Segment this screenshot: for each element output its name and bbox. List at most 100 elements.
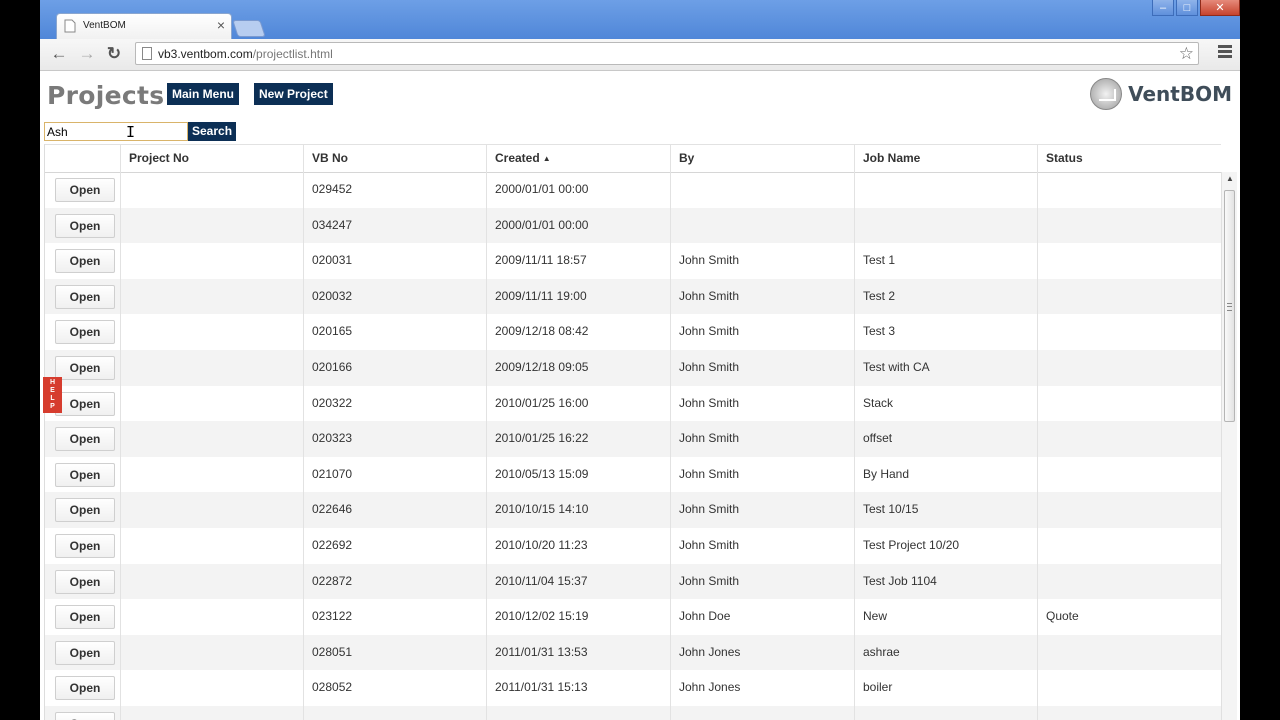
project-no-cell: [121, 634, 304, 671]
open-button[interactable]: Open: [55, 605, 115, 630]
open-button[interactable]: Open: [55, 178, 115, 202]
by-cell: John Smith: [671, 243, 855, 279]
created-cell: [487, 705, 671, 720]
created-cell: 2000/01/01 00:00: [487, 207, 671, 244]
address-bar[interactable]: vb3.ventbom.com/projectlist.html ☆: [135, 42, 1199, 65]
open-button[interactable]: Open: [55, 249, 115, 274]
actions-cell: Open: [45, 492, 121, 528]
close-window-button[interactable]: ✕: [1200, 0, 1240, 16]
job-name-cell: boiler: [855, 670, 1038, 706]
search-button[interactable]: Search: [188, 122, 237, 141]
column-header-label: Status: [1046, 151, 1083, 165]
tab-close-icon[interactable]: ×: [217, 17, 225, 33]
title-bar: VentBOM × – □ ✕: [40, 0, 1240, 40]
browser-menu-icon[interactable]: [1218, 45, 1232, 60]
tab-title: VentBOM: [83, 20, 126, 31]
table-row: Open 020166 2009/12/18 09:05 John Smith Test…: [45, 349, 1221, 386]
back-icon[interactable]: ←: [48, 43, 70, 65]
job-name-cell: offset: [855, 421, 1038, 457]
job-name-cell: ashrae: [855, 634, 1038, 671]
scrollbar-grip-icon: [1227, 303, 1232, 311]
project-no-cell: [121, 314, 304, 350]
by-cell: John Smith: [671, 278, 855, 315]
job-name-cell: Test 10/15: [855, 492, 1038, 528]
scrollbar-thumb[interactable]: [1224, 190, 1235, 422]
status-cell: [1038, 208, 1221, 244]
open-button[interactable]: Open: [55, 355, 115, 380]
reload-icon[interactable]: ↻: [103, 43, 125, 65]
logo-mark-icon: [1090, 78, 1123, 110]
scroll-up-arrow-icon[interactable]: ▲: [1222, 174, 1237, 183]
browser-tab[interactable]: VentBOM ×: [56, 13, 232, 39]
project-no-cell: [121, 243, 304, 279]
table-header: Project No VB No Created ▲ By Job Name St…: [45, 144, 1221, 173]
table-row: Open 028052 2011/01/31 15:13 John Jones boil…: [45, 670, 1221, 706]
status-cell: [1038, 172, 1221, 208]
forward-icon[interactable]: →: [76, 43, 98, 65]
table-row: Open 020031 2009/11/11 18:57 John Smith Test…: [45, 243, 1221, 279]
browser-toolbar: ← → ↻ vb3.ventbom.com/projectlist.html ☆: [40, 39, 1240, 71]
column-header-created[interactable]: Created ▲: [487, 145, 671, 172]
open-button[interactable]: Open: [55, 711, 115, 720]
open-button[interactable]: Open: [55, 676, 115, 701]
job-name-cell: New: [855, 599, 1038, 635]
new-project-button[interactable]: New Project: [254, 83, 333, 105]
table-row: Open 023122 2010/12/02 15:19 John Doe New Quo…: [45, 599, 1221, 635]
created-cell: 2009/11/11 18:57: [487, 243, 671, 279]
vb-no-cell: 020322: [304, 385, 487, 422]
open-button[interactable]: Open: [55, 320, 115, 345]
column-header-label: Job Name: [863, 151, 921, 165]
created-cell: 2010/01/25 16:22: [487, 421, 671, 457]
url-path: /projectlist.html: [252, 47, 333, 61]
table-body: Open 029452 2000/01/01 00:00 Open 034247 2000…: [45, 172, 1221, 720]
help-tab[interactable]: HELP: [43, 377, 62, 413]
logo-text: VentBOM: [1128, 82, 1232, 106]
status-cell: [1038, 457, 1221, 493]
table-row: Open 022692 2010/10/20 11:23 John Smith Test…: [45, 527, 1221, 564]
created-cell: 2009/12/18 09:05: [487, 349, 671, 386]
actions-cell: Open: [45, 278, 121, 315]
open-button[interactable]: Open: [55, 213, 115, 238]
status-cell: [1038, 564, 1221, 600]
main-menu-button[interactable]: Main Menu: [167, 83, 239, 105]
status-cell: [1038, 635, 1221, 671]
maximize-button[interactable]: □: [1176, 0, 1198, 16]
open-button[interactable]: Open: [55, 533, 115, 558]
open-button[interactable]: Open: [55, 427, 115, 452]
column-header-status[interactable]: Status: [1038, 145, 1221, 172]
table-row: Open 020322 2010/01/25 16:00 John Smith Stac…: [45, 385, 1221, 422]
job-name-cell: Test Job 1104: [855, 563, 1038, 600]
column-header-label: Project No: [129, 151, 190, 165]
column-header-job-name[interactable]: Job Name: [855, 145, 1038, 172]
column-header-project-no[interactable]: Project No: [121, 145, 304, 172]
open-button[interactable]: Open: [55, 391, 115, 416]
created-cell: 2010/10/20 11:23: [487, 527, 671, 564]
open-button[interactable]: Open: [55, 640, 115, 665]
created-cell: 2009/11/11 19:00: [487, 278, 671, 315]
table-row: Open 022646 2010/10/15 14:10 John Smith Test…: [45, 492, 1221, 528]
column-header-by[interactable]: By: [671, 145, 855, 172]
page-content: Projects Main Menu New Project VentBOM S…: [40, 71, 1240, 720]
column-header-label: Created: [495, 151, 540, 165]
open-button[interactable]: Open: [55, 498, 115, 523]
search-input[interactable]: [44, 122, 188, 141]
open-button[interactable]: Open: [55, 284, 115, 309]
created-cell: 2010/01/25 16:00: [487, 385, 671, 422]
actions-cell: Open: [45, 421, 121, 457]
actions-cell: Open: [45, 243, 121, 279]
project-no-cell: [121, 670, 304, 706]
new-tab-button[interactable]: [232, 20, 266, 37]
actions-cell: Open: [45, 563, 121, 600]
column-header-vb-no[interactable]: VB No: [304, 145, 487, 172]
actions-cell: Open: [45, 314, 121, 350]
bookmark-star-icon[interactable]: ☆: [1179, 43, 1194, 64]
vb-no-cell: 020031: [304, 243, 487, 279]
job-name-cell: Test 2: [855, 278, 1038, 315]
text-cursor-icon: I: [126, 123, 136, 141]
vertical-scrollbar[interactable]: ▲: [1221, 172, 1237, 720]
minimize-button[interactable]: –: [1152, 0, 1174, 16]
open-button[interactable]: Open: [55, 462, 115, 487]
open-button[interactable]: Open: [55, 569, 115, 594]
help-tab-label: HELP: [49, 379, 56, 410]
page-icon: [142, 47, 152, 60]
